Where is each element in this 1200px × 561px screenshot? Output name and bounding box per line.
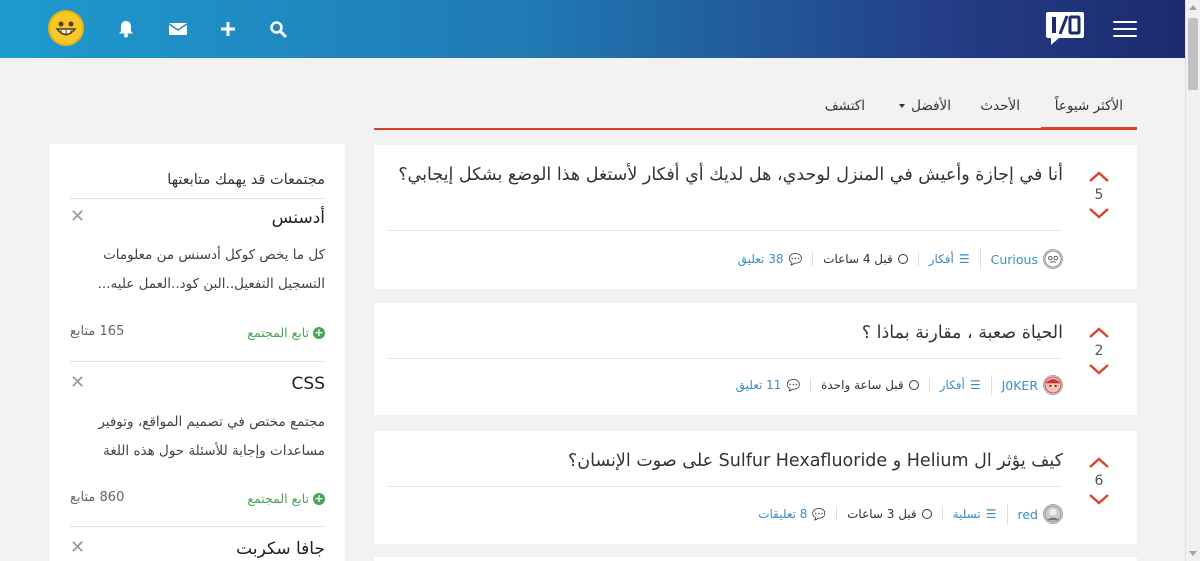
tab-newest[interactable]: الأحدث [980, 98, 1020, 114]
tab-discover[interactable]: اكتشف [825, 98, 865, 114]
list-icon: ☰ [958, 252, 970, 266]
caret-down-icon [899, 104, 906, 108]
post-comments[interactable]: 💬 11 تعليق [726, 378, 811, 392]
top-navbar [0, 0, 1185, 58]
post-time: قبل 4 ساعات [812, 252, 918, 266]
post-comments[interactable]: 💬 38 تعليق [728, 252, 813, 266]
page-scrollbar[interactable] [1185, 0, 1200, 561]
post-title[interactable]: الحياة صعبة ، مقارنة بماذا ؟ [862, 318, 1063, 349]
post-author[interactable]: J0KER [990, 375, 1063, 395]
tab-popular[interactable]: الأكثر شيوعاً [1040, 98, 1138, 130]
downvote-icon[interactable] [1087, 205, 1111, 221]
smile-face-icon [55, 21, 77, 36]
divider [70, 361, 325, 362]
author-avatar [1043, 375, 1063, 395]
clock-icon [921, 509, 932, 519]
comment-icon: 💬 [786, 378, 801, 392]
post-author[interactable]: red [1006, 504, 1063, 524]
post-meta: J0KER ☰ أفكار قبل ساعة واحدة 💬 11 تعليق [726, 373, 1063, 397]
downvote-icon[interactable] [1087, 361, 1111, 377]
author-avatar [1043, 504, 1063, 524]
plus-icon[interactable] [216, 16, 240, 42]
scroll-up-arrow[interactable] [1189, 5, 1197, 10]
post-author[interactable]: Curious [979, 249, 1063, 269]
followers-count: 860 متابع [70, 490, 125, 505]
post-comments[interactable]: 💬 8 تعليقات [748, 507, 836, 521]
divider [388, 358, 1062, 359]
comment-icon: 💬 [788, 252, 803, 266]
follow-community-button[interactable]: + تابع المجتمع [247, 325, 325, 340]
author-avatar [1043, 249, 1063, 269]
post-title[interactable]: أنا في إجازة وأعيش في المنزل لوحدي، هل ل… [383, 160, 1063, 191]
comment-icon: 💬 [812, 507, 827, 521]
list-icon: ☰ [969, 378, 981, 392]
post-time: قبل ساعة واحدة [810, 378, 929, 392]
close-icon[interactable]: ✕ [70, 537, 85, 558]
upvote-icon[interactable] [1087, 325, 1111, 341]
sidebar-heading: مجتمعات قد يهمك متابعتها [167, 172, 325, 188]
community-name[interactable]: أدسنس [272, 208, 325, 228]
site-logo[interactable] [1045, 10, 1085, 46]
mail-icon[interactable] [166, 16, 190, 42]
vote-box: 6 [1087, 455, 1111, 507]
plus-circle-icon: + [313, 491, 325, 505]
upvote-icon[interactable] [1087, 169, 1111, 185]
post-card: 2 الحياة صعبة ، مقارنة بماذا ؟ J0KER ☰ أ… [374, 303, 1137, 415]
vote-count: 6 [1094, 473, 1104, 489]
bell-icon[interactable] [114, 16, 138, 42]
vote-box: 2 [1087, 325, 1111, 377]
sort-tabs: الأكثر شيوعاً الأحدث الأفضل اكتشف [374, 90, 1138, 130]
menu-icon[interactable] [1113, 21, 1137, 39]
divider [70, 526, 325, 527]
scroll-thumb[interactable] [1188, 18, 1198, 90]
upvote-icon[interactable] [1087, 455, 1111, 471]
plus-circle-icon: + [313, 325, 325, 339]
post-category[interactable]: ☰ أفكار [928, 378, 991, 392]
tab-best[interactable]: الأفضل [899, 98, 951, 114]
divider [70, 198, 325, 199]
close-icon[interactable]: ✕ [70, 206, 85, 227]
scroll-down-arrow[interactable] [1189, 551, 1197, 556]
divider [388, 230, 1062, 231]
followers-count: 165 متابع [70, 324, 125, 339]
post-card [374, 557, 1137, 561]
vote-count: 5 [1094, 187, 1104, 203]
post-card: 5 أنا في إجازة وأعيش في المنزل لوحدي، هل… [374, 145, 1137, 289]
community-description: مجتمع مختص في تصميم المواقع، وتوفير مساع… [98, 414, 325, 459]
post-card: 6 كيف يؤثر ال Helium و Sulfur Hexafluori… [374, 431, 1137, 544]
vote-count: 2 [1094, 343, 1104, 359]
community-description: كل ما يخص كوكل أدسنس من معلومات التسجيل … [97, 247, 325, 292]
vote-box: 5 [1087, 169, 1111, 221]
post-meta: Curious ☰ أفكار قبل 4 ساعات 💬 38 تعليق [728, 247, 1063, 271]
post-category[interactable]: ☰ تسلية [941, 507, 1007, 521]
divider [388, 486, 1062, 487]
post-title[interactable]: كيف يؤثر ال Helium و Sulfur Hexafluoride… [568, 446, 1063, 477]
search-icon[interactable] [266, 16, 290, 42]
follow-community-button[interactable]: + تابع المجتمع [247, 491, 325, 506]
post-category[interactable]: ☰ أفكار [917, 252, 980, 266]
close-icon[interactable]: ✕ [70, 372, 85, 393]
community-name[interactable]: جافا سكربت [236, 539, 325, 559]
clock-icon [908, 380, 919, 390]
suggested-communities: مجتمعات قد يهمك متابعتها أدسنس ✕ كل ما ي… [50, 144, 345, 561]
downvote-icon[interactable] [1087, 491, 1111, 507]
list-icon: ☰ [985, 507, 997, 521]
user-avatar[interactable] [48, 10, 84, 46]
community-name[interactable]: CSS [292, 374, 325, 394]
post-time: قبل 3 ساعات [836, 507, 942, 521]
clock-icon [897, 254, 908, 264]
post-meta: red ☰ تسلية قبل 3 ساعات 💬 8 تعليقات [748, 502, 1063, 526]
